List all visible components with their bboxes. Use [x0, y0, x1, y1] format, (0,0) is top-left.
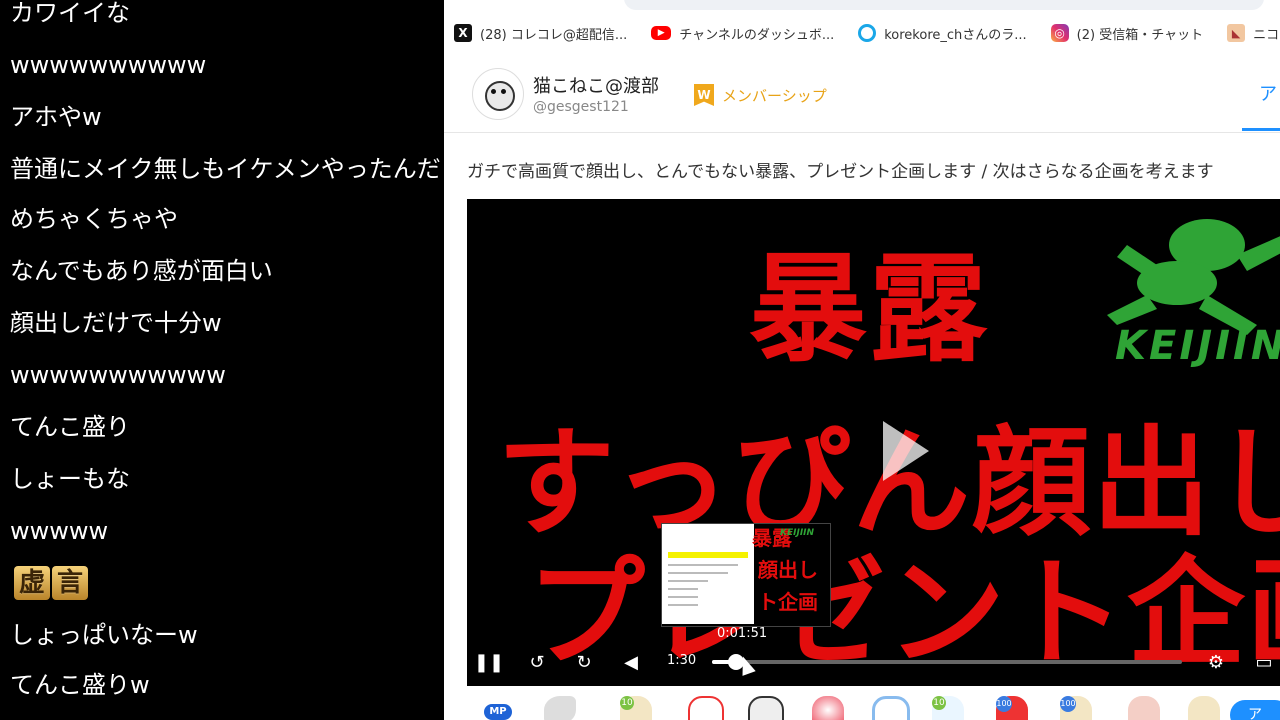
membership-badge-icon: W	[694, 84, 714, 106]
rewind-10-icon[interactable]: ↺	[523, 648, 551, 676]
thumbnail-text-line1: 暴露	[749, 240, 990, 378]
bookmark-x[interactable]: X (28) コレコレ@超配信...	[454, 24, 627, 43]
preview-line	[668, 580, 708, 582]
gift-item[interactable]: 100	[1060, 696, 1092, 720]
mp-badge[interactable]: MP	[484, 704, 512, 720]
theater-mode-icon[interactable]: ▭	[1250, 648, 1278, 676]
gift-item[interactable]	[544, 696, 576, 720]
comment: アホやw	[10, 103, 102, 131]
avatar-eye-icon	[491, 89, 496, 94]
comment: wwwwwwwwww	[10, 51, 207, 79]
comment: 顔出しだけで十分w	[10, 309, 222, 337]
niconico-icon: ◣	[1227, 24, 1246, 42]
gift-item[interactable]	[1188, 696, 1220, 720]
gift-action-button[interactable]: ア	[1230, 700, 1280, 720]
gift-count-badge: 100	[996, 696, 1012, 712]
comment: てんこ盛りw	[10, 671, 150, 699]
preview-text: ト企画	[758, 590, 818, 614]
comment: 普通にメイク無しもイケメンやったんだ	[10, 155, 441, 183]
mouse-cursor-icon	[736, 654, 756, 676]
preview-text: 顔出し	[758, 558, 818, 582]
seek-preview-thumbnail: 暴露 KEIJIIN 顔出し ト企画	[661, 523, 831, 627]
comment-panel: カワイイな wwwwwwwwww アホやw 普通にメイク無しもイケメンやったんだ…	[0, 0, 444, 720]
channel-name[interactable]: 猫こねこ@渡部	[533, 72, 659, 98]
player-controls: ❚❚ ↺ ↻ ◀ 1:30 ⚙ ▭	[467, 640, 1280, 686]
membership-label: メンバーシップ	[722, 86, 827, 105]
current-time: 1:30	[667, 653, 697, 668]
x-logo-icon: X	[454, 24, 472, 42]
bookmark-korekore[interactable]: korekore_chさんのラ...	[858, 24, 1027, 43]
preview-line	[668, 588, 698, 590]
gift-count-badge: 10	[932, 696, 946, 710]
preview-logo-text: KEIJIIN	[780, 528, 815, 538]
preview-document	[662, 524, 754, 624]
gift-bar: MP 10 10 100 100 ア	[444, 690, 1280, 720]
kyogen-stamp: 虚 言	[14, 566, 88, 600]
bookmarks-bar: X (28) コレコレ@超配信... ▶ チャンネルのダッシュボ... koreko…	[444, 18, 1280, 48]
firework-gift-icon[interactable]	[812, 696, 844, 720]
instagram-icon: ◎	[1050, 24, 1069, 42]
circle-logo-icon	[858, 24, 877, 42]
membership-button[interactable]: W メンバーシップ	[694, 84, 827, 106]
channel-header: 猫こねこ@渡部 @gesgest121 W メンバーシップ ア	[444, 56, 1280, 133]
preview-line	[668, 604, 698, 606]
comment: しょーもな	[10, 465, 130, 493]
ring-gift-icon[interactable]	[872, 696, 910, 720]
logo-text: KEIJIIN	[1115, 323, 1280, 369]
comment: めちゃくちゃや	[10, 205, 178, 233]
address-bar-area	[444, 0, 1280, 14]
forward-10-icon[interactable]: ↻	[570, 648, 598, 676]
gift-item[interactable]: 10	[620, 696, 652, 720]
bookmark-label: korekore_chさんのラ...	[884, 27, 1027, 43]
bookmark-label: チャンネルのダッシュボ...	[679, 27, 835, 43]
preview-line	[668, 564, 738, 566]
comment: てんこ盛り	[10, 413, 130, 441]
preview-highlight	[668, 552, 748, 558]
seek-bar[interactable]	[712, 654, 1182, 670]
gift-item[interactable]: 100	[996, 696, 1028, 720]
channel-handle: @gesgest121	[533, 99, 629, 115]
bookmark-label: (2) 受信箱・チャット	[1076, 27, 1204, 43]
active-tab-indicator	[1242, 128, 1280, 131]
character-gift-icon[interactable]	[748, 696, 784, 720]
seek-time-tooltip: 0:01:51	[717, 626, 768, 641]
avatar-face-icon	[485, 81, 515, 111]
stamp-char: 虚	[14, 566, 50, 600]
avatar[interactable]	[472, 68, 524, 120]
gift-count-badge: 10	[620, 696, 634, 710]
tab-partial[interactable]: ア	[1259, 80, 1277, 106]
pause-icon[interactable]: ❚❚	[474, 648, 504, 676]
video-title: ガチで高画質で顔出し、とんでもない暴露、プレゼント企画します / 次はさらなる企…	[467, 162, 1214, 182]
bookmark-youtube[interactable]: ▶ チャンネルのダッシュボ...	[651, 24, 834, 43]
video-player[interactable]: 暴露 KEIJIIN すっぴん顔出し プレゼント企画	[467, 199, 1280, 686]
bookmark-label: ニコニコ生放送 |リ	[1253, 27, 1280, 43]
comment: しょっぱいなーw	[10, 621, 198, 649]
bookmark-label: (28) コレコレ@超配信...	[480, 27, 628, 43]
bookmark-niconico[interactable]: ◣ ニコニコ生放送 |リ	[1227, 24, 1280, 43]
preview-line	[668, 572, 728, 574]
preview-line	[668, 596, 698, 598]
gift-item[interactable]: 10	[932, 696, 964, 720]
play-overlay-icon[interactable]	[883, 421, 929, 481]
url-bar[interactable]	[624, 0, 1264, 10]
cake-gift-icon[interactable]	[688, 696, 724, 720]
hand-gift-icon[interactable]	[1128, 696, 1160, 720]
comment: なんでもあり感が面白い	[10, 257, 273, 285]
gift-count-badge: 100	[1060, 696, 1076, 712]
comment: wwwww	[10, 517, 109, 545]
youtube-icon: ▶	[651, 26, 672, 40]
comment: wwwwwwwwwww	[10, 361, 226, 389]
avatar-eye-icon	[501, 89, 506, 94]
bookmark-instagram[interactable]: ◎ (2) 受信箱・チャット	[1050, 24, 1204, 43]
volume-icon[interactable]: ◀	[617, 648, 645, 676]
settings-icon[interactable]: ⚙	[1202, 648, 1230, 676]
browser-window: X (28) コレコレ@超配信... ▶ チャンネルのダッシュボ... koreko…	[444, 0, 1280, 720]
comment: カワイイな	[10, 0, 130, 27]
stamp-char: 言	[52, 566, 88, 600]
